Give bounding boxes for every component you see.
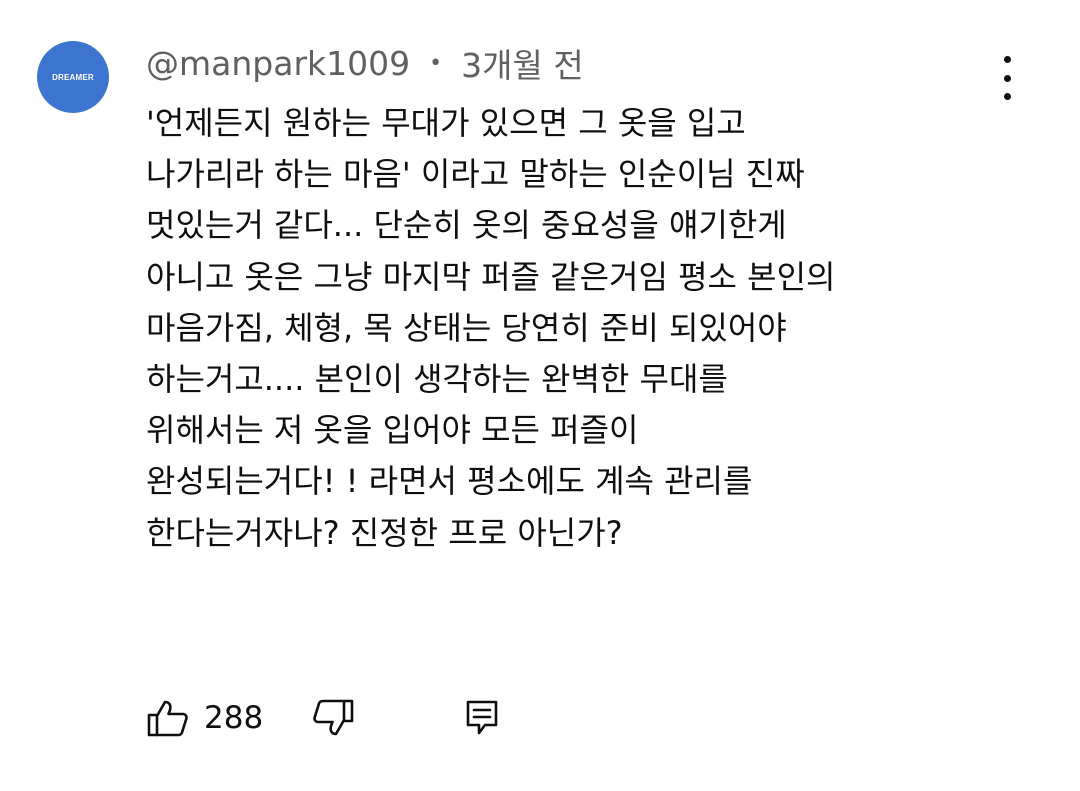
more-vertical-icon-dot — [1003, 56, 1011, 63]
thumbs-down-icon — [313, 699, 354, 736]
comment-line: 멋있는거 같다... 단순히 옷의 중요성을 얘기한게 — [146, 206, 787, 245]
reply-comment-icon — [466, 700, 498, 735]
reply-button[interactable] — [465, 699, 499, 737]
comment-line: 한다는거자나? 진정한 프로 아닌가? — [146, 513, 623, 552]
comment-line: 마음가짐, 체형, 목 상태는 당연히 준비 되있어야 — [146, 308, 787, 347]
comment-line: 나가리라 하는 마음' 이라고 말하는 인순이님 진짜 — [146, 155, 805, 194]
comment-line: 위해서는 저 옷을 입어야 모든 퍼즐이 — [146, 411, 639, 450]
comment-actions: 288 — [146, 693, 499, 743]
comment-line: 하는거고.... 본인이 생각하는 완벽한 무대를 — [146, 359, 728, 398]
avatar[interactable]: DREAMER — [37, 41, 109, 113]
more-actions-button[interactable] — [990, 56, 1024, 100]
comment-line: '언제든지 원하는 무대가 있으면 그 옷을 입고 — [146, 104, 746, 142]
dislike-button[interactable] — [311, 698, 355, 738]
comment-line: 아니고 옷은 그냥 마지막 퍼즐 같은거임 평소 본인의 — [146, 257, 836, 296]
comment-time[interactable]: 3개월 전 — [461, 39, 584, 87]
avatar-text: DREAMER — [52, 72, 94, 82]
comment-header: @manpark1009 • 3개월 전 — [146, 40, 584, 86]
separator-dot: • — [429, 50, 443, 76]
like-count: 288 — [204, 700, 264, 736]
thumbs-up-icon — [147, 700, 188, 737]
comment-text: '언제든지 원하는 무대가 있으면 그 옷을 입고 나가리라 하는 마음' 이라… — [146, 98, 1046, 559]
more-vertical-icon-dot — [1003, 74, 1011, 82]
author-name[interactable]: @manpark1009 — [146, 44, 410, 83]
like-button[interactable] — [146, 698, 190, 738]
comment-line: 완성되는거다! ! 라면서 평소에도 계속 관리를 — [146, 462, 753, 501]
